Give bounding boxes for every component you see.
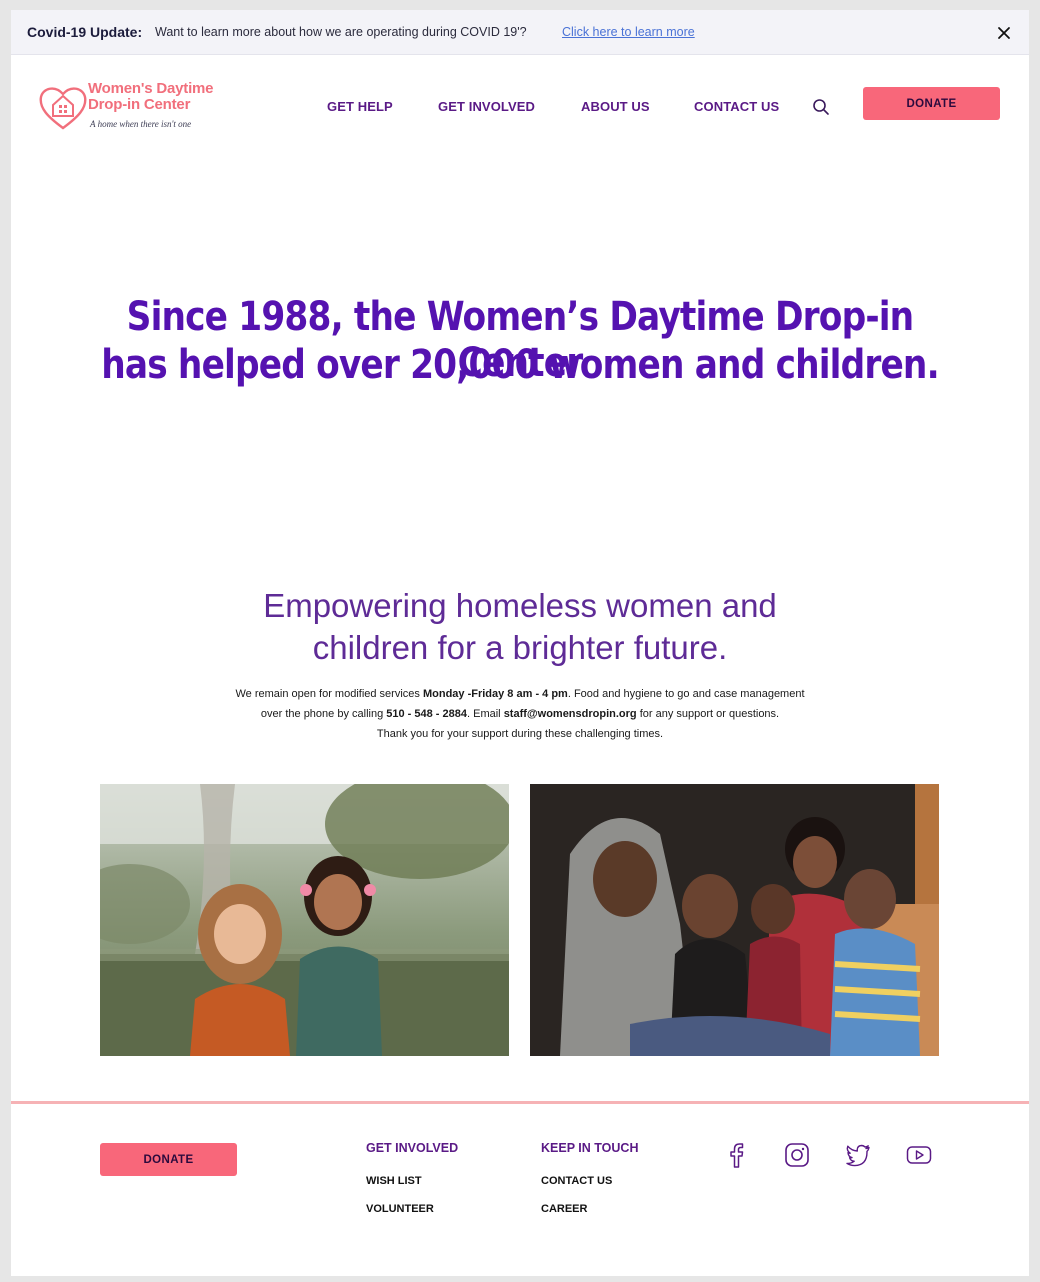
nav-contact-us[interactable]: CONTACT US — [694, 99, 779, 114]
logo-name-line1: Women's Daytime — [88, 80, 214, 97]
photo-family — [530, 784, 939, 1056]
logo-tagline: A home when there isn't one — [90, 119, 192, 129]
banner-learn-more-link[interactable]: Click here to learn more — [562, 25, 695, 39]
info-text: We remain open for modified services — [235, 688, 423, 700]
facebook-icon[interactable] — [722, 1141, 750, 1169]
info-line-3: Thank you for your support during these … — [376, 728, 664, 740]
phone-number: 510 - 548 - 2884 — [386, 708, 467, 720]
nav-get-involved[interactable]: GET INVOLVED — [438, 99, 535, 114]
donate-button-footer[interactable]: DONATE — [100, 1143, 237, 1176]
info-text: for any support or questions. — [636, 708, 780, 720]
info-line-2: over the phone by calling 510 - 548 - 28… — [11, 708, 1029, 720]
page-frame: Covid-19 Update: Want to learn more abou… — [11, 10, 1029, 1276]
info-text: over the phone by calling — [260, 708, 387, 720]
mission-line-1: Empowering homeless women and — [263, 587, 777, 624]
logo-name-line2: Drop-in Center — [88, 96, 191, 113]
nav-about-us[interactable]: ABOUT US — [581, 99, 650, 114]
service-hours: Monday -Friday 8 am - 4 pm — [422, 688, 568, 700]
footer-divider — [11, 1101, 1029, 1104]
donate-button-header[interactable]: DONATE — [863, 87, 1000, 120]
youtube-icon[interactable] — [905, 1141, 933, 1169]
hero-line-2: has helped over 20,000 women and childre… — [101, 342, 939, 388]
photo-two-girls — [100, 784, 509, 1056]
site-logo[interactable]: Women's Daytime Drop-in Center A home wh… — [38, 79, 238, 135]
covid-banner: Covid-19 Update: Want to learn more abou… — [11, 10, 1029, 55]
heart-house-icon — [39, 87, 87, 130]
info-text: . Email — [467, 708, 504, 720]
twitter-icon[interactable] — [844, 1141, 872, 1169]
close-icon[interactable] — [995, 24, 1013, 42]
footer-link-volunteer[interactable]: VOLUNTEER — [366, 1203, 434, 1215]
info-line-1: We remain open for modified services Mon… — [11, 688, 1029, 700]
instagram-icon[interactable] — [783, 1141, 811, 1169]
nav-get-help[interactable]: GET HELP — [327, 99, 393, 114]
info-text: . Food and hygiene to go and case manage… — [567, 688, 805, 700]
footer-get-involved-title: GET INVOLVED — [366, 1141, 459, 1155]
banner-text: Want to learn more about how we are oper… — [155, 25, 527, 39]
footer-link-career[interactable]: CAREER — [541, 1203, 587, 1215]
footer-link-contact-us[interactable]: CONTACT US — [541, 1175, 612, 1187]
footer-link-wish-list[interactable]: WISH LIST — [366, 1175, 422, 1187]
search-icon[interactable] — [812, 98, 830, 116]
banner-title: Covid-19 Update: — [27, 24, 143, 40]
mission-line-2: children for a brighter future. — [312, 629, 728, 666]
email-address: staff@womensdropin.org — [503, 708, 637, 720]
footer-keep-in-touch-title: KEEP IN TOUCH — [541, 1141, 639, 1155]
